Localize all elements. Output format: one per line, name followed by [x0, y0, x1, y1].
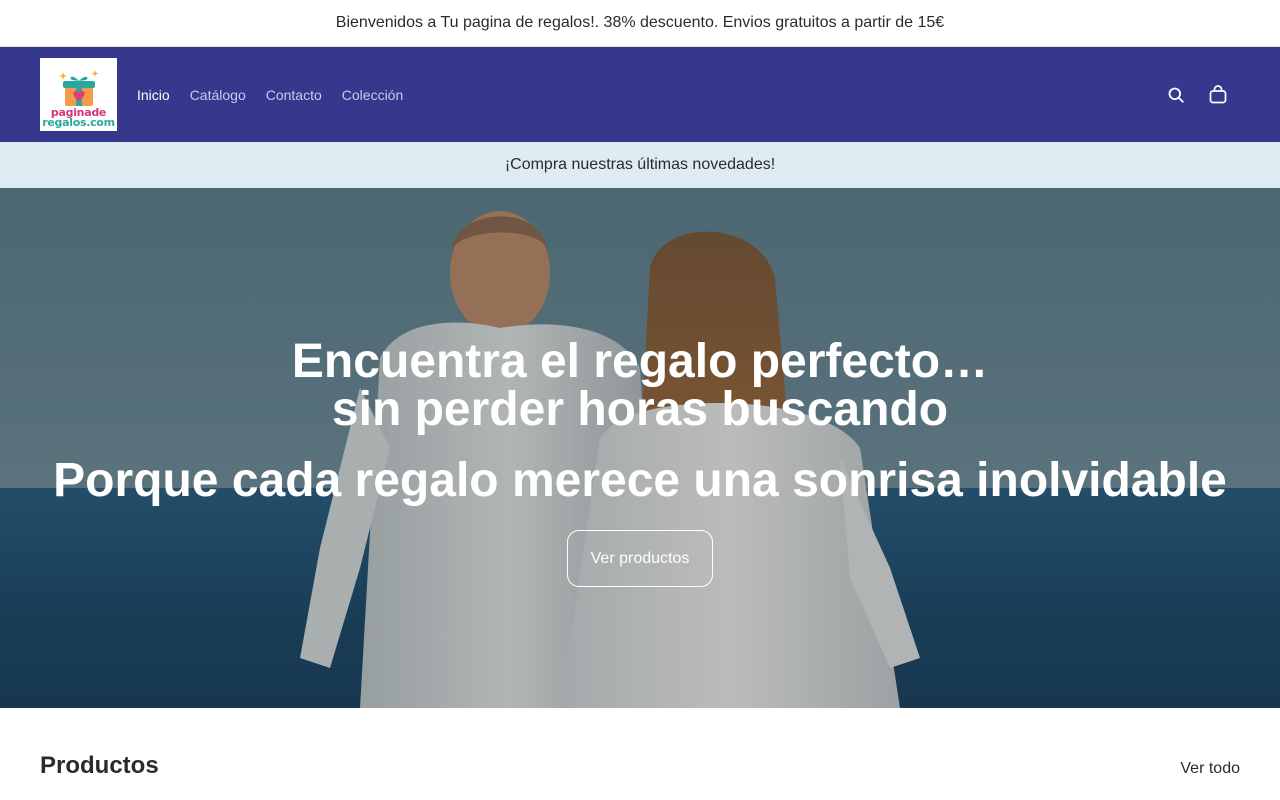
hero-subtitle: Porque cada regalo merece una sonrisa in…: [53, 454, 1227, 507]
logo-wordmark: paginade regalos.com: [42, 107, 115, 129]
announcement-bar: Bienvenidos a Tu pagina de regalos!. 38%…: [0, 0, 1280, 47]
announcement-text: Bienvenidos a Tu pagina de regalos!. 38%…: [335, 14, 945, 31]
hero-content: Encuentra el regalo perfecto… sin perder…: [0, 188, 1280, 708]
hero-title-line-2: sin perder horas buscando: [331, 383, 949, 436]
view-all-link[interactable]: Ver todo: [1180, 760, 1240, 778]
products-title: Productos: [40, 752, 159, 779]
promo-bar: ¡Compra nuestras últimas novedades!: [0, 142, 1280, 188]
hero-title: Encuentra el regalo perfecto… sin perder…: [0, 338, 1280, 434]
products-section-header: Productos Ver todo: [40, 752, 1240, 780]
logo-line-2: regalos.com: [42, 116, 115, 129]
nav-contacto[interactable]: Contacto: [266, 87, 322, 103]
promo-text: ¡Compra nuestras últimas novedades!: [504, 156, 776, 173]
cart-icon[interactable]: [1208, 85, 1228, 105]
hero-title-line-1: Encuentra el regalo perfecto…: [291, 335, 989, 388]
search-icon[interactable]: [1166, 85, 1186, 105]
header-actions: [1166, 47, 1228, 142]
site-logo[interactable]: paginade regalos.com: [40, 58, 117, 131]
view-products-button[interactable]: Ver productos: [567, 530, 713, 587]
nav-inicio[interactable]: Inicio: [137, 87, 170, 103]
nav-catalogo[interactable]: Catálogo: [190, 87, 246, 103]
main-nav: Inicio Catálogo Contacto Colección: [137, 87, 403, 103]
hero-banner: Encuentra el regalo perfecto… sin perder…: [0, 188, 1280, 708]
nav-coleccion[interactable]: Colección: [342, 87, 403, 103]
gift-logo-icon: [58, 70, 98, 106]
site-header: paginade regalos.com Inicio Catálogo Con…: [0, 47, 1280, 142]
